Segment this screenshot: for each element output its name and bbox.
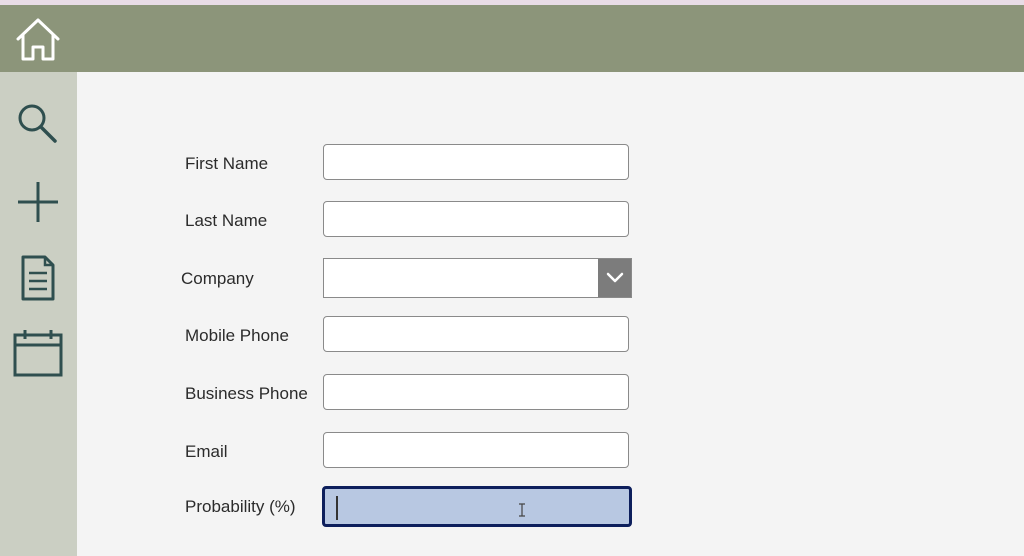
sidebar-item-calendar[interactable]: [8, 326, 68, 382]
last-name-field[interactable]: [323, 201, 629, 237]
mobile-phone-field[interactable]: [323, 316, 629, 352]
plus-icon: [18, 182, 58, 222]
company-dropdown-toggle[interactable]: [598, 259, 631, 297]
home-button[interactable]: [12, 15, 64, 63]
probability-label: Probability (%): [185, 497, 296, 516]
business-phone-field[interactable]: [323, 374, 629, 410]
last-name-label: Last Name: [185, 211, 268, 230]
sidebar-item-add[interactable]: [8, 174, 68, 230]
chevron-down-icon: [606, 272, 623, 283]
mobile-phone-label: Mobile Phone: [185, 326, 289, 345]
email-field[interactable]: [323, 432, 629, 468]
first-name-label: First Name: [185, 154, 269, 173]
sidebar: [0, 72, 77, 556]
calendar-icon: [13, 330, 63, 377]
company-label: Company: [181, 269, 254, 288]
app-header: [0, 5, 1024, 72]
home-icon: [16, 18, 60, 61]
sidebar-item-search[interactable]: [8, 96, 68, 152]
document-icon: [21, 255, 55, 301]
search-icon: [18, 104, 57, 143]
company-dropdown[interactable]: [323, 258, 632, 298]
email-label: Email: [185, 442, 228, 461]
sidebar-item-document[interactable]: [8, 250, 68, 306]
business-phone-label: Business Phone: [185, 384, 308, 403]
first-name-field[interactable]: [323, 144, 629, 180]
probability-field[interactable]: [322, 486, 632, 527]
text-caret: [336, 496, 338, 520]
text-cursor-icon: [519, 503, 525, 517]
